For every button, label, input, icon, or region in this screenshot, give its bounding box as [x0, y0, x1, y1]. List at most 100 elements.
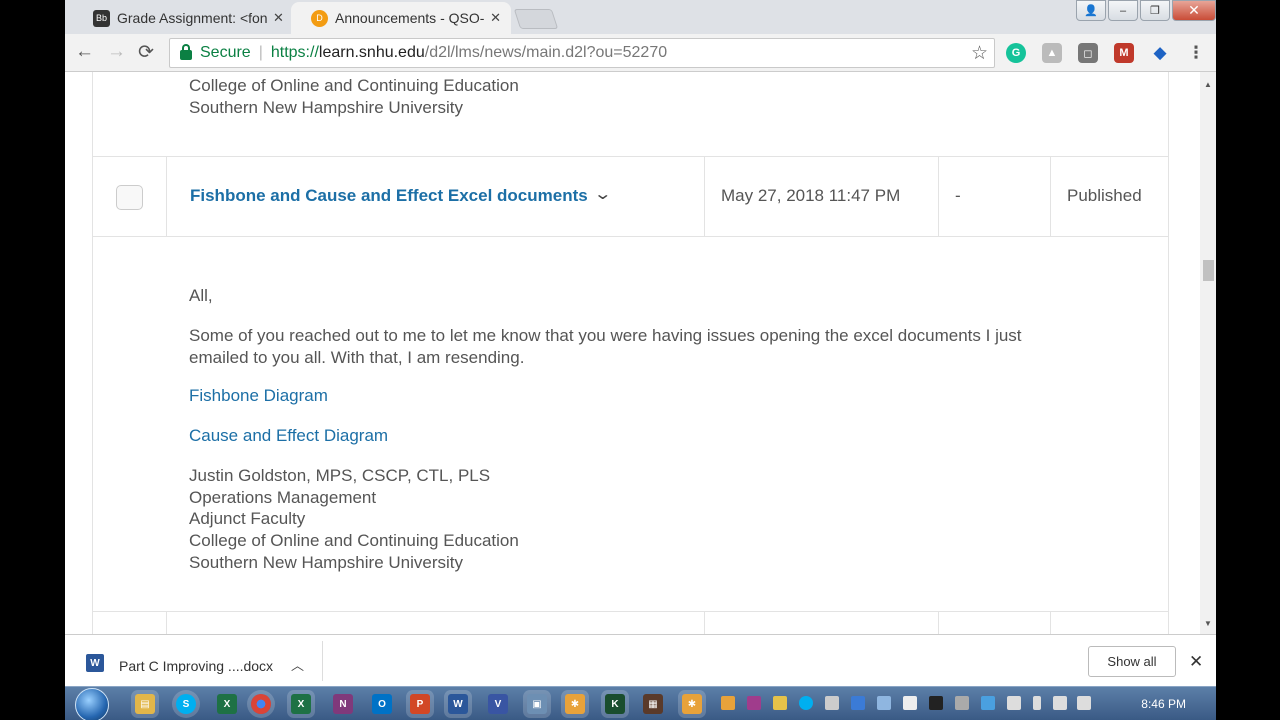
- network-icon[interactable]: [1053, 696, 1067, 710]
- blackboard-favicon-icon: Bb: [93, 9, 110, 27]
- start-button[interactable]: [75, 688, 109, 720]
- announcements-table: College of Online and Continuing Educati…: [92, 72, 1169, 634]
- chrome-icon[interactable]: [251, 694, 271, 714]
- tray-icon[interactable]: [955, 696, 969, 710]
- row-divider: [93, 611, 1168, 612]
- scrollbar-thumb[interactable]: [1203, 260, 1214, 281]
- tray-icon[interactable]: [825, 696, 839, 710]
- prev-signature-line: College of Online and Continuing Educati…: [189, 76, 519, 95]
- tab-title: Grade Assignment: <font: [117, 10, 267, 26]
- mendeley-extension-icon[interactable]: M: [1114, 43, 1134, 63]
- divider: |: [258, 44, 263, 61]
- browser-toolbar: ← → ⟳ Secure | https:// learn.snhu.edu /…: [65, 34, 1216, 72]
- battery-icon[interactable]: [1033, 696, 1041, 710]
- powerpoint-icon[interactable]: P: [410, 694, 430, 714]
- chevron-down-icon[interactable]: ⌄: [593, 184, 612, 204]
- column-divider: [166, 156, 167, 236]
- volume-icon[interactable]: [1077, 696, 1091, 710]
- forward-icon[interactable]: →: [107, 41, 126, 63]
- file-explorer-icon[interactable]: ▤: [135, 694, 155, 714]
- d2l-favicon-icon: D: [311, 9, 328, 27]
- menu-icon[interactable]: ⋮: [1186, 43, 1206, 63]
- signature-line: Southern New Hampshire University: [189, 553, 463, 572]
- column-divider: [938, 156, 939, 236]
- clock-time[interactable]: 8:46 PM: [1141, 697, 1186, 711]
- scroll-up-arrow-icon[interactable]: ▲: [1204, 80, 1212, 89]
- announcement-body-line: Some of you reached out to me to let me …: [189, 326, 1022, 345]
- word-document-icon: W: [86, 654, 104, 672]
- app-icon[interactable]: ✱: [682, 694, 702, 714]
- skype-icon[interactable]: S: [176, 694, 196, 714]
- announcement-status: Published: [1067, 186, 1142, 205]
- user-icon[interactable]: 👤: [1076, 0, 1106, 21]
- cause-effect-diagram-link[interactable]: Cause and Effect Diagram: [189, 426, 388, 446]
- visio-icon[interactable]: V: [488, 694, 508, 714]
- page-content: College of Online and Continuing Educati…: [65, 72, 1200, 634]
- app-icon[interactable]: ✱: [565, 694, 585, 714]
- row-divider: [93, 236, 1168, 237]
- extension-icon[interactable]: ◻: [1078, 43, 1098, 63]
- tab-announcements[interactable]: D Announcements - QSO-3 ✕: [291, 2, 511, 34]
- excel-icon[interactable]: X: [217, 694, 237, 714]
- column-divider: [166, 611, 167, 634]
- onenote-icon[interactable]: N: [333, 694, 353, 714]
- outlook-icon[interactable]: O: [372, 694, 392, 714]
- excel-icon[interactable]: X: [291, 694, 311, 714]
- word-icon[interactable]: W: [448, 694, 468, 714]
- scroll-down-arrow-icon[interactable]: ▼: [1204, 619, 1212, 628]
- tray-icon[interactable]: [773, 696, 787, 710]
- tray-icon[interactable]: [981, 696, 995, 710]
- screen-capture-icon[interactable]: ▣: [527, 694, 547, 714]
- reload-icon[interactable]: ⟳: [138, 41, 154, 64]
- app-icon[interactable]: K: [605, 694, 625, 714]
- divider: [322, 641, 323, 681]
- url-host: learn.snhu.edu: [318, 44, 425, 61]
- signature-line: College of Online and Continuing Educati…: [189, 531, 519, 550]
- skype-tray-icon[interactable]: [799, 696, 813, 710]
- download-item[interactable]: Part C Improving ....docx: [119, 658, 273, 674]
- grammarly-extension-icon[interactable]: G: [1006, 43, 1026, 63]
- url-scheme: https://: [270, 44, 319, 61]
- close-window-button[interactable]: ✕: [1172, 0, 1216, 21]
- column-divider: [704, 611, 705, 634]
- drive-extension-icon[interactable]: ▲: [1042, 43, 1062, 63]
- app-icon[interactable]: ▦: [643, 694, 663, 714]
- maximize-button[interactable]: ❐: [1140, 0, 1170, 21]
- tray-icon[interactable]: [877, 696, 891, 710]
- fishbone-diagram-link[interactable]: Fishbone Diagram: [189, 386, 328, 406]
- column-divider: [938, 611, 939, 634]
- row-divider: [93, 156, 1168, 157]
- display-icon[interactable]: [1007, 696, 1021, 710]
- tray-icon[interactable]: [747, 696, 761, 710]
- minimize-button[interactable]: –: [1108, 0, 1138, 21]
- vertical-scrollbar[interactable]: ▲ ▼: [1200, 72, 1216, 634]
- tray-icon[interactable]: [851, 696, 865, 710]
- tab-grade-assignment[interactable]: Bb Grade Assignment: <font ✕: [73, 2, 298, 34]
- download-bar: W Part C Improving ....docx ︿ Show all ✕: [65, 634, 1216, 686]
- close-download-bar-icon[interactable]: ✕: [1189, 652, 1203, 672]
- tray-icon[interactable]: [721, 696, 735, 710]
- address-bar[interactable]: Secure | https:// learn.snhu.edu /d2l/lm…: [169, 38, 995, 68]
- announcement-date: May 27, 2018 11:47 PM: [721, 186, 901, 205]
- close-tab-icon[interactable]: ✕: [273, 10, 284, 26]
- url-path: /d2l/lms/news/main.d2l?ou=52270: [424, 44, 668, 61]
- tray-icon[interactable]: [929, 696, 943, 710]
- tab-title: Announcements - QSO-3: [335, 10, 485, 26]
- flag-icon[interactable]: [903, 696, 917, 710]
- extension-diamond-icon[interactable]: ◆: [1150, 43, 1170, 63]
- signature-line: Operations Management: [189, 488, 377, 507]
- back-icon[interactable]: ←: [75, 41, 94, 63]
- signature-line: Adjunct Faculty: [189, 509, 306, 528]
- select-announcement-checkbox[interactable]: [116, 185, 143, 210]
- new-tab-button[interactable]: [513, 9, 559, 29]
- signature-line: Justin Goldston, MPS, CSCP, CTL, PLS: [189, 466, 491, 485]
- show-all-button[interactable]: Show all: [1088, 646, 1176, 677]
- bookmark-star-icon[interactable]: ☆: [971, 42, 988, 65]
- announcement-title-link[interactable]: Fishbone and Cause and Effect Excel docu…: [190, 186, 588, 206]
- tab-strip: Bb Grade Assignment: <font ✕ D Announcem…: [65, 0, 1216, 34]
- chevron-up-icon[interactable]: ︿: [291, 655, 304, 674]
- browser-window: Bb Grade Assignment: <font ✕ D Announcem…: [65, 0, 1216, 720]
- column-divider: [704, 156, 705, 236]
- announcement-greeting: All,: [189, 286, 213, 305]
- close-tab-icon[interactable]: ✕: [490, 10, 501, 26]
